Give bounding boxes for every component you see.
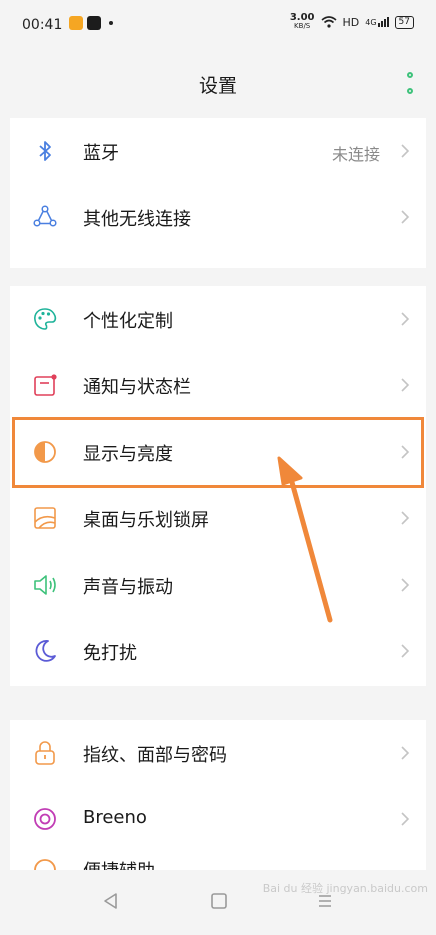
home-icon[interactable]	[210, 892, 228, 910]
watermark: Bai du 经验 jingyan.baidu.com	[262, 882, 428, 895]
back-icon[interactable]	[102, 892, 120, 910]
annotation-arrow-icon	[277, 456, 333, 623]
